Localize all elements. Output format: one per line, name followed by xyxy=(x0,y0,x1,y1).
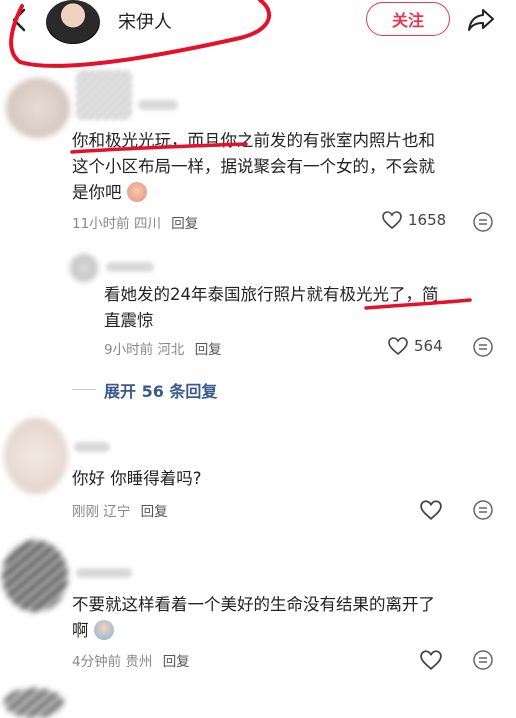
comment-line: 看她发的24年泰国旅行照片就有极光光了，简 xyxy=(104,285,439,304)
commenter-name-blurred xyxy=(76,568,132,578)
comment-line: 你和极光光玩，而且你之前发的有张室内照片也和 xyxy=(72,131,435,150)
more-options-icon[interactable] xyxy=(472,336,494,358)
share-icon[interactable] xyxy=(466,4,496,34)
commenter-avatar[interactable] xyxy=(70,254,98,282)
heart-icon[interactable] xyxy=(420,500,442,520)
comment-text: 你和极光光玩，而且你之前发的有张室内照片也和 这个小区布局一样，据说聚会有一个女… xyxy=(72,128,512,206)
comment-time: 11小时前 xyxy=(72,216,130,232)
like-button[interactable]: 1658 xyxy=(382,211,446,229)
comment-meta: 4分钟前 贵州 回复 xyxy=(72,650,190,670)
comment-time: 4分钟前 xyxy=(72,654,122,670)
reply-button[interactable]: 回复 xyxy=(195,342,222,358)
comment-meta: 11小时前 四川 回复 xyxy=(72,212,198,232)
comment-line: 直震惊 xyxy=(104,311,154,330)
user-name[interactable]: 宋伊人 xyxy=(118,8,172,34)
commenter-name-blurred xyxy=(106,262,154,272)
commenter-name-blurred xyxy=(138,100,178,110)
reply-button[interactable]: 回复 xyxy=(141,504,168,520)
like-button[interactable]: 564 xyxy=(388,337,443,355)
comment-text: 不要就这样看着一个美好的生命没有结果的离开了 啊 xyxy=(72,592,512,644)
comment-location: 辽宁 xyxy=(103,504,131,520)
reply-button[interactable]: 回复 xyxy=(171,216,198,232)
commenter-avatar[interactable] xyxy=(4,418,68,494)
commenter-name-blurred xyxy=(74,442,110,452)
comment-line: 不要就这样看着一个美好的生命没有结果的离开了 xyxy=(72,595,435,614)
comment-location: 四川 xyxy=(133,216,161,232)
follow-button[interactable]: 关注 xyxy=(366,2,450,36)
comment-line: 是你吧 xyxy=(72,180,512,206)
comment-meta: 9小时前 河北 回复 xyxy=(104,338,222,358)
comment-location: 河北 xyxy=(157,342,185,358)
expand-replies-button[interactable]: 展开 56 条回复 xyxy=(104,378,217,402)
divider xyxy=(72,389,96,390)
emoji-icon xyxy=(93,620,114,640)
reply-button[interactable]: 回复 xyxy=(163,654,190,670)
comment-text: 你好 你睡得着吗? xyxy=(72,466,202,492)
commenter-avatar[interactable] xyxy=(4,688,64,718)
like-count: 564 xyxy=(414,337,443,355)
commenter-avatar[interactable] xyxy=(2,540,68,612)
avatar[interactable] xyxy=(46,0,100,44)
comment-line: 这个小区布局一样，据说聚会有一个女的，不会就 xyxy=(72,157,435,176)
like-count: 1658 xyxy=(408,211,447,229)
comment-meta: 刚刚 辽宁 回复 xyxy=(72,500,168,520)
commenter-name-blurred xyxy=(76,70,132,120)
comment-line: 啊 xyxy=(72,618,512,644)
back-icon[interactable] xyxy=(6,6,34,34)
heart-icon[interactable] xyxy=(420,650,442,670)
heart-icon xyxy=(388,337,408,355)
comment-text: 看她发的24年泰国旅行照片就有极光光了，简 直震惊 xyxy=(104,282,504,334)
comment-line: 你好 你睡得着吗? xyxy=(72,469,202,488)
emoji-icon xyxy=(126,182,147,202)
comment-time: 刚刚 xyxy=(72,504,99,520)
commenter-avatar[interactable] xyxy=(6,78,70,138)
more-options-icon[interactable] xyxy=(472,649,494,671)
comment-location: 贵州 xyxy=(125,654,153,670)
heart-icon xyxy=(382,211,402,229)
more-options-icon[interactable] xyxy=(472,211,494,233)
comment-time: 9小时前 xyxy=(104,342,154,358)
more-options-icon[interactable] xyxy=(472,499,494,521)
